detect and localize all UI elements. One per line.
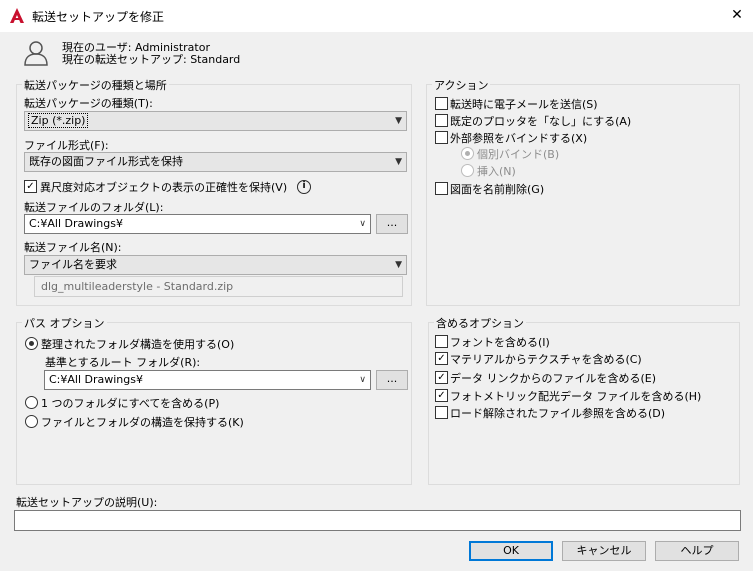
current-setup-text: 現在の転送セットアップ: Standard — [62, 53, 241, 66]
chevron-down-icon: ▼ — [395, 157, 402, 167]
include-unloaded-refs-label[interactable]: ロード解除されたファイル参照を含める(D) — [450, 405, 665, 421]
include-data-links-checkbox[interactable]: ✓ — [435, 371, 448, 384]
transfer-filename-preview: dlg_multileaderstyle - Standard.zip — [34, 276, 403, 297]
fidelity-checkbox[interactable]: ✓ — [24, 180, 37, 193]
include-data-links-label[interactable]: データ リンクからのファイルを含める(E) — [450, 370, 656, 386]
fidelity-label[interactable]: 異尺度対応オブジェクトの表示の正確性を保持(V) — [40, 179, 287, 195]
actions-group-title: アクション — [432, 77, 491, 93]
package-group-title: 転送パッケージの種類と場所 — [22, 77, 169, 93]
plotter-none-label[interactable]: 既定のプロッタを「なし」にする(A) — [450, 113, 631, 129]
chevron-down-icon: ∨ — [359, 375, 366, 385]
close-icon[interactable]: ✕ — [728, 6, 746, 24]
include-fonts-label[interactable]: フォントを含める(I) — [450, 334, 550, 350]
autocad-app-icon — [10, 8, 24, 23]
root-folder-label: 基準とするルート フォルダ(R): — [45, 356, 201, 369]
chevron-down-icon: ∨ — [359, 219, 366, 229]
file-format-value: 既存の図面ファイル形式を保持 — [29, 155, 183, 168]
include-textures-label[interactable]: マテリアルからテクスチャを含める(C) — [450, 351, 642, 367]
package-type-value: Zip (*.zip) — [27, 113, 89, 128]
package-type-label: 転送パッケージの種類(T): — [24, 97, 153, 110]
organized-structure-label[interactable]: 整理されたフォルダ構造を使用する(O) — [41, 336, 234, 352]
purge-drawings-checkbox[interactable] — [435, 182, 448, 195]
include-fonts-checkbox[interactable] — [435, 335, 448, 348]
window-title: 転送セットアップを修正 — [32, 10, 165, 24]
bind-xrefs-checkbox[interactable] — [435, 131, 448, 144]
help-button[interactable]: ヘルプ — [655, 541, 739, 561]
single-folder-radio[interactable] — [25, 396, 38, 409]
cancel-button[interactable]: キャンセル — [562, 541, 646, 561]
single-folder-label[interactable]: 1 つのフォルダにすべてを含める(P) — [41, 395, 219, 411]
root-folder-browse-button[interactable]: ... — [376, 370, 408, 390]
user-icon — [24, 41, 48, 66]
plotter-none-checkbox[interactable] — [435, 114, 448, 127]
bind-xrefs-label[interactable]: 外部参照をバインドする(X) — [450, 130, 587, 146]
keep-structure-radio[interactable] — [25, 415, 38, 428]
transfer-folder-label: 転送ファイルのフォルダ(L): — [24, 201, 164, 214]
file-format-dropdown[interactable]: 既存の図面ファイル形式を保持 ▼ — [24, 152, 407, 172]
send-email-checkbox[interactable] — [435, 97, 448, 110]
transfer-folder-value: C:¥All Drawings¥ — [29, 217, 123, 230]
chevron-down-icon: ▼ — [395, 260, 402, 270]
path-options-group-title: パス オプション — [22, 315, 107, 331]
root-folder-combo[interactable]: C:¥All Drawings¥ ∨ — [44, 370, 371, 390]
transfer-folder-browse-button[interactable]: ... — [376, 214, 408, 234]
include-textures-checkbox[interactable]: ✓ — [435, 352, 448, 365]
include-options-group-title: 含めるオプション — [434, 315, 526, 331]
keep-structure-label[interactable]: ファイルとフォルダの構造を保持する(K) — [41, 414, 244, 430]
root-folder-value: C:¥All Drawings¥ — [49, 373, 143, 386]
include-unloaded-refs-checkbox[interactable] — [435, 406, 448, 419]
insert-radio[interactable] — [461, 164, 474, 177]
description-input[interactable] — [14, 510, 741, 531]
bind-radio[interactable] — [461, 147, 474, 160]
insert-radio-label: 挿入(N) — [477, 165, 516, 178]
description-label: 転送セットアップの説明(U): — [16, 496, 158, 509]
transfer-filename-dropdown[interactable]: ファイル名を要求 ▼ — [24, 255, 407, 275]
include-photometric-checkbox[interactable]: ✓ — [435, 389, 448, 402]
purge-drawings-label[interactable]: 図面を名前削除(G) — [450, 181, 544, 197]
file-format-label: ファイル形式(F): — [24, 139, 109, 152]
transfer-filename-label: 転送ファイル名(N): — [24, 241, 122, 254]
ok-button[interactable]: OK — [469, 541, 553, 561]
send-email-label[interactable]: 転送時に電子メールを送信(S) — [450, 96, 598, 112]
transfer-filename-value: ファイル名を要求 — [29, 258, 117, 271]
organized-structure-radio[interactable] — [25, 337, 38, 350]
include-photometric-label[interactable]: フォトメトリック配光データ ファイルを含める(H) — [450, 388, 701, 404]
package-type-dropdown[interactable]: Zip (*.zip) ▼ — [24, 111, 407, 131]
bind-radio-label: 個別バインド(B) — [477, 148, 560, 161]
info-icon[interactable]: i — [297, 180, 311, 194]
transfer-folder-combo[interactable]: C:¥All Drawings¥ ∨ — [24, 214, 371, 234]
chevron-down-icon: ▼ — [395, 116, 402, 126]
